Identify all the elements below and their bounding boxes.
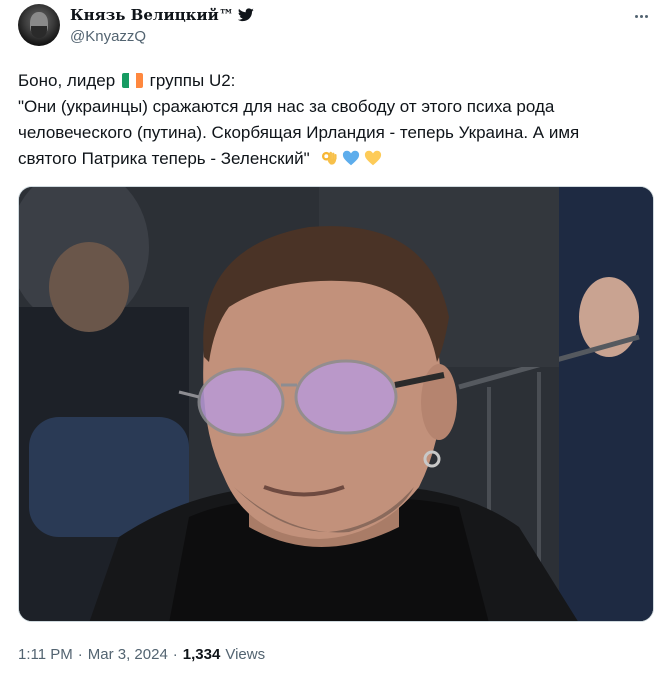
more-dot xyxy=(644,14,648,18)
views-label: Views xyxy=(225,646,266,663)
twitter-bird-icon xyxy=(237,8,254,22)
tweet-line-4-text: святого Патрика теперь - Зеленский" xyxy=(18,149,310,168)
tweet: Князь Велицкий™ @KnyazzQ Боно, лидер гру… xyxy=(0,0,661,678)
tweet-line-1: Боно, лидер группы U2: xyxy=(18,68,648,94)
tweet-text: Боно, лидер группы U2: "Они (украинцы) с… xyxy=(18,68,648,172)
views-count: 1,334 xyxy=(182,646,221,663)
avatar[interactable] xyxy=(18,4,60,46)
more-dot xyxy=(639,14,643,18)
display-name-row[interactable]: Князь Велицкий™ xyxy=(70,6,254,24)
meta-separator: · xyxy=(172,646,178,663)
ok-hand-emoji xyxy=(322,151,337,165)
yellow-heart-emoji xyxy=(365,150,382,166)
more-dot xyxy=(634,14,638,18)
avatar-beard xyxy=(31,26,47,38)
ireland-flag-emoji xyxy=(121,73,143,88)
tweet-meta: 1:11 PM · Mar 3, 2024 · 1,334 Views xyxy=(18,646,265,663)
tweet-line-3: человеческого (путина). Скорбящая Ирланд… xyxy=(18,123,580,142)
photo-of-man-with-tinted-glasses xyxy=(19,187,653,621)
meta-separator: · xyxy=(77,646,83,663)
tweet-line-1-start: Боно, лидер xyxy=(18,71,116,90)
blue-heart-emoji xyxy=(343,150,360,166)
tweet-date[interactable]: Mar 3, 2024 xyxy=(88,646,168,663)
tweet-line-2: "Они (украинцы) сражаются для нас за сво… xyxy=(18,97,555,116)
tweet-line-4: святого Патрика теперь - Зеленский" xyxy=(18,146,648,172)
more-options-button[interactable] xyxy=(628,6,654,26)
display-name[interactable]: Князь Велицкий™ xyxy=(70,6,234,24)
tweet-photo[interactable] xyxy=(18,186,654,622)
handle[interactable]: @KnyazzQ xyxy=(70,28,146,45)
tweet-line-1-end: группы U2: xyxy=(149,71,236,90)
tweet-time[interactable]: 1:11 PM xyxy=(18,646,73,663)
emoji-group xyxy=(320,149,382,167)
